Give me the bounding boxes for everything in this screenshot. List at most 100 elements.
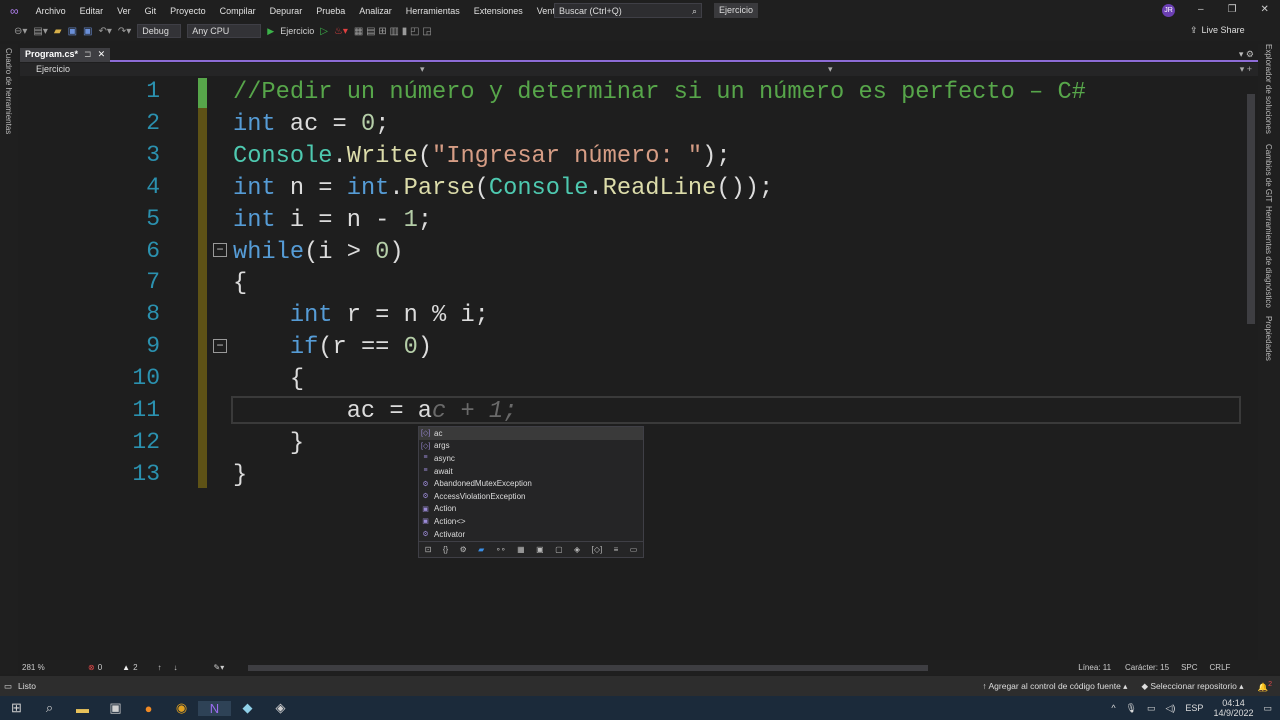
fold-toggle-while[interactable]: −	[213, 243, 227, 257]
warning-count[interactable]: 2	[133, 663, 137, 672]
network-icon[interactable]: ▭	[1147, 703, 1156, 714]
namespace-filter-icon[interactable]: {}	[443, 545, 448, 554]
platform-select[interactable]: Any CPU	[187, 24, 262, 38]
avatar[interactable]: JR	[1162, 4, 1175, 17]
filter-icon[interactable]: ⊡	[425, 545, 432, 554]
member-dropdown-icon[interactable]: ▾	[828, 64, 833, 75]
autocomplete-item[interactable]: ≡ await	[419, 465, 643, 478]
toolbar-misc-icon[interactable]: ▦ ▤ ⊞ ▥ ▮ ◰ ◲	[354, 26, 432, 37]
undo-icon[interactable]: ↶▾	[98, 26, 111, 37]
mic-icon[interactable]: 🎙	[1126, 703, 1137, 714]
autocomplete-item[interactable]: ≡ async	[419, 452, 643, 465]
code-line[interactable]: while(i > 0)	[233, 238, 404, 268]
menu-editar[interactable]: Editar	[73, 6, 111, 16]
menu-compilar[interactable]: Compilar	[213, 6, 263, 16]
class-filter-icon[interactable]: ⚙	[460, 545, 467, 554]
settings-icon[interactable]: ▾ ⚙	[1239, 49, 1254, 60]
cleanup-icon[interactable]: ✎▾	[214, 663, 225, 672]
close-button[interactable]: ✕	[1261, 4, 1269, 15]
menu-proyecto[interactable]: Proyecto	[163, 6, 213, 16]
language-indicator[interactable]: ESP	[1185, 703, 1203, 713]
autocomplete-item[interactable]: [◇] ac	[419, 427, 643, 440]
maximize-button[interactable]: ❐	[1228, 4, 1237, 15]
error-icon[interactable]: ⊗	[88, 663, 95, 672]
scope-dropdown[interactable]: Ejercicio	[36, 64, 70, 74]
open-icon[interactable]: ▰	[54, 26, 62, 37]
next-issue-icon[interactable]: ↓	[174, 663, 178, 672]
diagnostic-tools-tab[interactable]: Herramientas de diagnóstico	[1264, 206, 1273, 308]
code-line[interactable]: {	[233, 365, 304, 395]
git-changes-tab[interactable]: Cambios de GIT	[1264, 144, 1273, 202]
extension-filter-icon[interactable]: ◈	[574, 545, 580, 554]
tray-chevron-icon[interactable]: ^	[1111, 703, 1115, 713]
warning-icon[interactable]: ▲	[122, 663, 130, 672]
autocomplete-item[interactable]: ⚙ Activator	[419, 528, 643, 541]
code-line[interactable]: Console.Write("Ingresar número: ");	[233, 142, 731, 172]
action-center-icon[interactable]: ▭	[1263, 703, 1272, 714]
code-line[interactable]: }	[233, 461, 247, 491]
firefox-icon[interactable]: ●	[132, 701, 165, 716]
menu-git[interactable]: Git	[138, 6, 164, 16]
menu-prueba[interactable]: Prueba	[309, 6, 352, 16]
prev-issue-icon[interactable]: ↑	[158, 663, 162, 672]
code-line[interactable]: if(r == 0)	[233, 333, 432, 363]
zoom-level[interactable]: 281 %	[22, 663, 62, 672]
properties-tab[interactable]: Propiedades	[1264, 316, 1273, 361]
save-all-icon[interactable]: ▣	[83, 26, 92, 37]
menu-depurar[interactable]: Depurar	[263, 6, 310, 16]
horizontal-scrollbar[interactable]	[248, 664, 929, 671]
autocomplete-item[interactable]: ▣ Action<>	[419, 515, 643, 528]
code-line[interactable]: }	[233, 429, 304, 459]
select-repo-button[interactable]: ◆ Seleccionar repositorio ▴	[1141, 681, 1243, 692]
save-icon[interactable]: ▣	[68, 26, 77, 37]
menu-analizar[interactable]: Analizar	[352, 6, 399, 16]
config-select[interactable]: Debug	[137, 24, 182, 38]
menu-extensiones[interactable]: Extensiones	[467, 6, 530, 16]
code-line[interactable]: int r = n % i;	[233, 301, 489, 331]
new-item-icon[interactable]: ▤▾	[33, 26, 47, 37]
back-icon[interactable]: ⊖▾	[14, 26, 27, 37]
toolbox-tab[interactable]: Cuadro de herramientas	[4, 48, 13, 134]
menu-archivo[interactable]: Archivo	[29, 6, 73, 16]
close-tab-icon[interactable]: ✕	[98, 49, 106, 61]
error-count[interactable]: 0	[98, 663, 102, 672]
type-dropdown-icon[interactable]: ▾	[420, 64, 425, 75]
code-line[interactable]: int i = n - 1;	[233, 206, 432, 236]
vertical-scrollbar[interactable]	[1244, 76, 1258, 660]
solution-explorer-tab[interactable]: Explorador de soluciones	[1264, 44, 1273, 134]
add-source-control-button[interactable]: ↑ Agregar al control de código fuente ▴	[982, 681, 1127, 692]
split-icon[interactable]: ▾ +	[1240, 64, 1252, 75]
local-filter-icon[interactable]: [◇]	[592, 545, 603, 554]
line-ending-indicator[interactable]: CRLF	[1210, 663, 1231, 672]
pin-icon[interactable]: ⊐	[84, 49, 92, 61]
notifications-icon[interactable]: 🔔2	[1257, 680, 1272, 693]
live-share-button[interactable]: ⇪ Live Share	[1190, 25, 1245, 36]
app-icon[interactable]: ◆	[231, 700, 264, 716]
minimize-button[interactable]: –	[1198, 4, 1204, 15]
store-icon[interactable]: ▣	[99, 700, 132, 716]
menu-herramientas[interactable]: Herramientas	[399, 6, 467, 16]
file-explorer-icon[interactable]: ▬	[66, 701, 99, 716]
run-icon[interactable]: ▶	[267, 26, 274, 37]
enum-filter-icon[interactable]: ▦	[517, 545, 525, 554]
scroll-thumb[interactable]	[1247, 94, 1255, 324]
menu-ver[interactable]: Ver	[110, 6, 138, 16]
autocomplete-item[interactable]: ⚙ AccessViolationException	[419, 490, 643, 503]
module-filter-icon[interactable]: ▢	[555, 545, 563, 554]
autocomplete-item[interactable]: ⚙ AbandonedMutexException	[419, 477, 643, 490]
visual-studio-icon[interactable]: N	[198, 700, 231, 716]
code-editor[interactable]: − − 1 //Pedir un número y determinar si u…	[20, 76, 1258, 660]
tab-program-cs[interactable]: Program.cs* ⊐ ✕	[20, 48, 111, 62]
autocomplete-item[interactable]: ▣ Action	[419, 503, 643, 516]
run-button[interactable]: Ejercicio	[280, 26, 314, 36]
indent-indicator[interactable]: SPC	[1181, 663, 1197, 672]
redo-icon[interactable]: ↷▾	[118, 26, 131, 37]
hot-reload-icon[interactable]: ♨▾	[334, 26, 348, 37]
start-icon[interactable]: ⊞	[0, 700, 33, 716]
chrome-icon[interactable]: ◉	[165, 700, 198, 716]
code-line[interactable]: int ac = 0;	[233, 110, 389, 140]
delegate-filter-icon[interactable]: ▣	[536, 545, 544, 554]
volume-icon[interactable]: ◁)	[1166, 703, 1176, 714]
snippet-filter-icon[interactable]: ▭	[630, 545, 638, 554]
code-line[interactable]: ac = ac + 1;	[233, 397, 518, 427]
